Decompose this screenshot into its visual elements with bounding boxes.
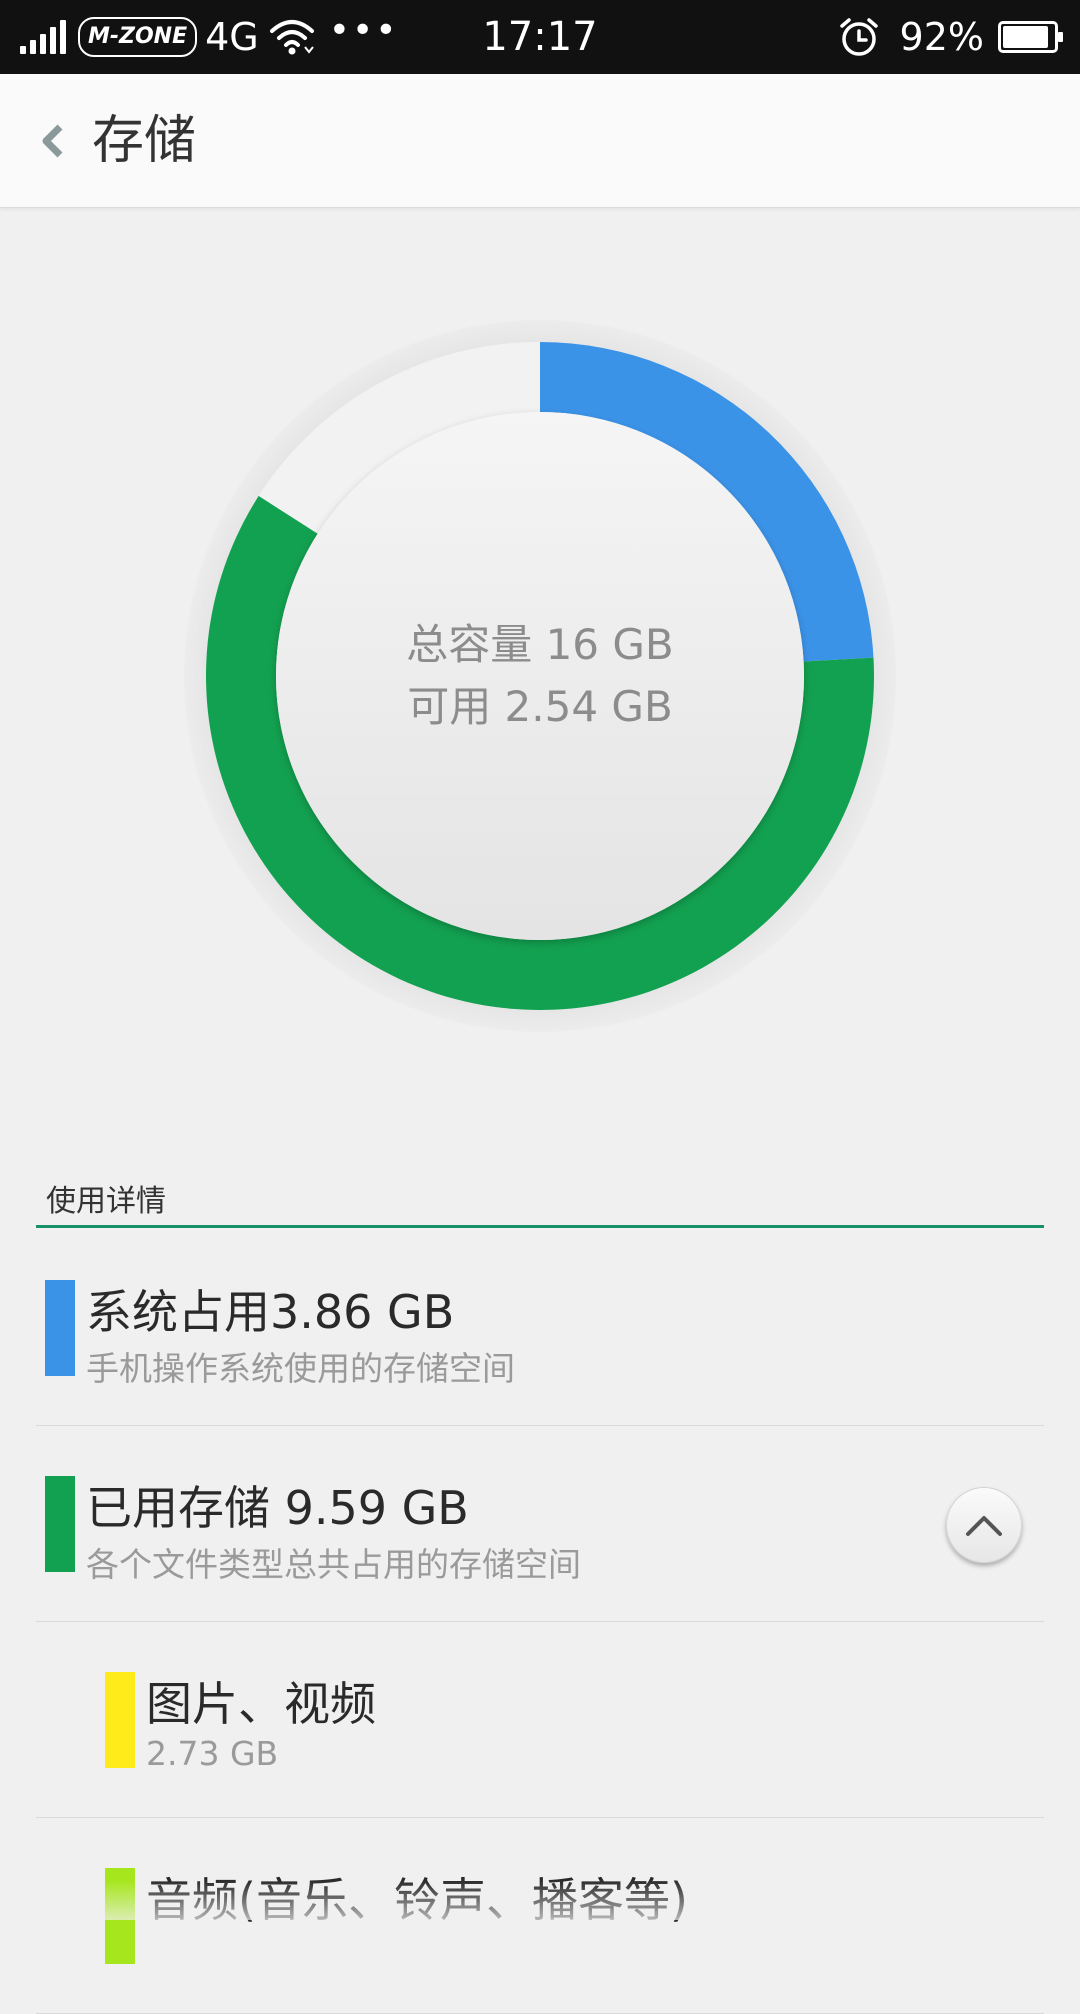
status-bar: M-ZONE 4G ••• 17:17 92% <box>0 0 1080 74</box>
item-title: 音频(音乐、铃声、播客等) <box>146 1864 688 1930</box>
alarm-icon <box>838 16 880 58</box>
donut-inner-disc <box>276 412 804 940</box>
color-swatch <box>45 1280 75 1376</box>
app-header: 存储 <box>0 74 1080 208</box>
color-swatch <box>105 1868 135 1964</box>
page-title: 存储 <box>92 74 196 208</box>
wifi-icon <box>269 17 315 57</box>
list-item-images-videos[interactable]: 图片、视频 2.73 GB <box>36 1622 1044 1818</box>
list-item-used-storage[interactable]: 已用存储 9.59 GB 各个文件类型总共占用的存储空间 <box>36 1426 1044 1622</box>
carrier-logo: M-ZONE <box>78 17 197 57</box>
battery-fill <box>1003 26 1048 48</box>
list-item-system[interactable]: 系统占用3.86 GB 手机操作系统使用的存储空间 <box>36 1230 1044 1426</box>
item-title: 已用存储 9.59 GB <box>86 1472 469 1538</box>
back-button[interactable] <box>22 111 82 171</box>
donut-svg <box>180 316 900 1036</box>
list-item-audio[interactable]: 音频(音乐、铃声、播客等) <box>36 1818 1044 2014</box>
battery-percent: 92% <box>900 15 984 59</box>
usage-details-header: 使用详情 <box>36 1170 1044 1228</box>
signal-icon <box>20 20 66 54</box>
collapse-button[interactable] <box>946 1487 1022 1563</box>
item-title: 系统占用3.86 GB <box>86 1276 454 1342</box>
storage-donut-chart: 总容量 16 GB 可用 2.54 GB <box>180 316 900 1036</box>
color-swatch <box>45 1476 75 1572</box>
item-subtitle: 各个文件类型总共占用的存储空间 <box>86 1538 581 1586</box>
chevron-up-icon <box>964 1512 1004 1538</box>
back-chevron-icon <box>38 121 66 161</box>
item-subtitle: 2.73 GB <box>146 1734 278 1773</box>
item-subtitle: 手机操作系统使用的存储空间 <box>86 1342 515 1390</box>
item-title: 图片、视频 <box>146 1668 376 1734</box>
color-swatch <box>105 1672 135 1768</box>
battery-icon <box>998 21 1058 53</box>
more-icon: ••• <box>329 13 399 49</box>
network-type: 4G <box>205 15 259 59</box>
section-title: 使用详情 <box>46 1176 166 1220</box>
